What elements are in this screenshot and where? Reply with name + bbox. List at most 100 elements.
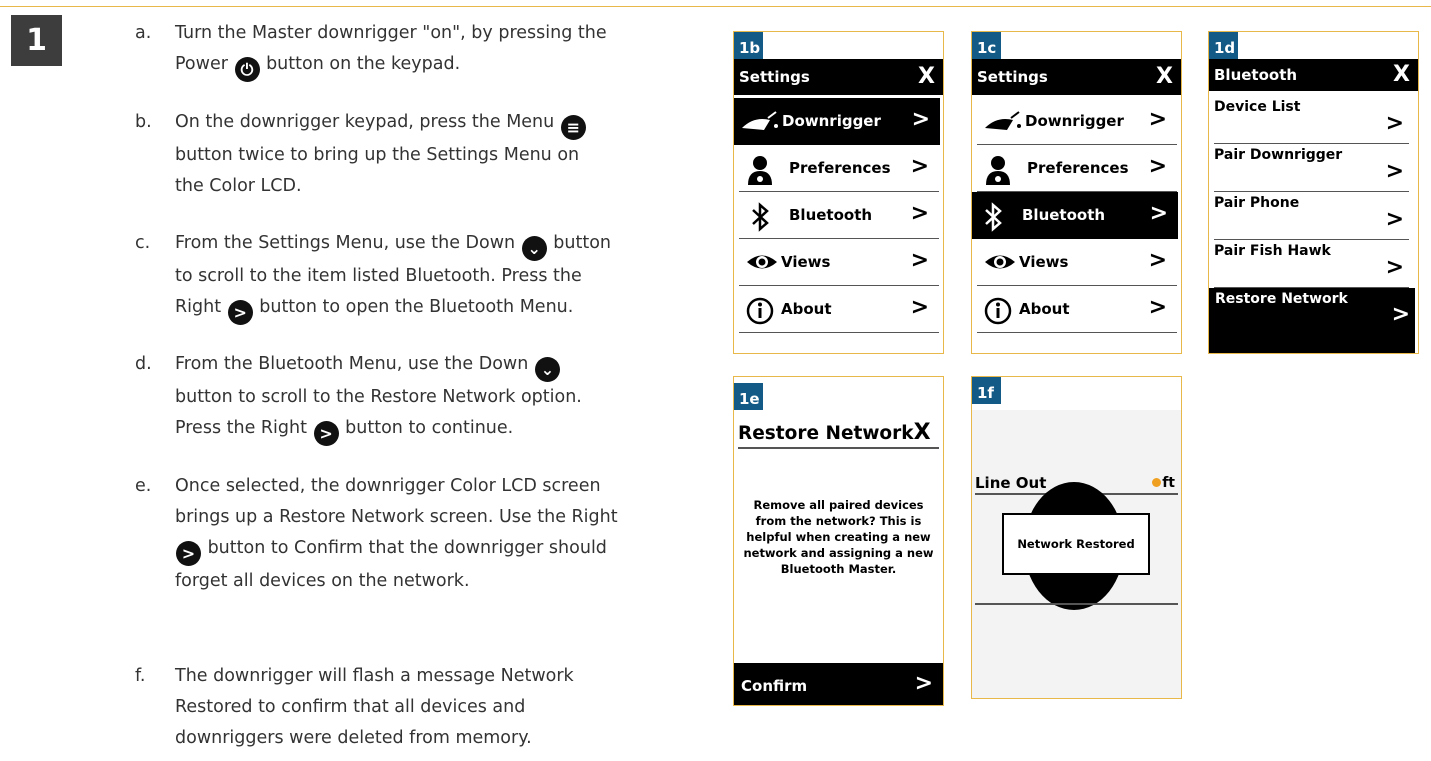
instruction-text: Turn the Master downrigger "on", by pres… [175,23,607,43]
chevron-right-icon: > [1149,201,1168,226]
menu-item-restore-network[interactable]: Restore Network > [1209,288,1415,353]
screen-title: Settings [739,68,810,86]
menu-item-label: Views [1019,253,1069,271]
eye-icon [747,255,777,269]
menu-item-label: Pair Phone [1214,195,1300,211]
panel-tag: 1f [972,377,1001,404]
instruction-f: f. The downrigger will flash a message N… [135,661,695,754]
menu-item-bluetooth[interactable]: Bluetooth > [972,192,1178,239]
instruction-line: Power ⏻ button on the keypad. [175,49,695,82]
line-out-label: Line Out [975,474,1047,492]
menu-item-downrigger[interactable]: Downrigger > [977,98,1177,145]
message-line: network and assigning a new [743,546,934,560]
message-line: Bluetooth Master. [780,562,897,576]
chevron-right-icon: > [910,248,929,273]
instruction-text: button to continue. [345,418,514,438]
bluetooth-icon [985,202,1002,232]
menu-item-preferences[interactable]: Preferences > [977,145,1177,192]
instruction-text: Right [175,297,222,317]
chevron-right-icon: > [1385,207,1404,232]
screen-title-bar: Settings X [972,59,1181,95]
menu-item-pair-downrigger[interactable]: Pair Downrigger > [1214,144,1409,192]
instruction-d: d. From the Bluetooth Menu, use the Down… [135,349,695,446]
menu-item-pair-phone[interactable]: Pair Phone > [1214,192,1409,240]
panel-1e: 1e Restore NetworkX Remove all paired de… [733,376,944,706]
info-icon [984,297,1012,325]
instruction-letter: e. [135,476,152,496]
instruction-text: button on the keypad. [266,54,461,74]
step-number: 1 [11,15,62,66]
menu-item-label: Preferences [1027,159,1129,177]
menu-item-views[interactable]: Views > [977,239,1177,286]
instruction-line: Press the Right > button to continue. [175,413,695,446]
instruction-e: e. Once selected, the downrigger Color L… [135,471,695,597]
menu-item-label: Restore Network [1215,291,1348,307]
menu-item-label: Downrigger [782,112,881,130]
eye-icon [985,255,1015,269]
chevron-right-icon: > [914,671,933,696]
menu-item-pair-fish-hawk[interactable]: Pair Fish Hawk > [1214,240,1409,288]
instruction-text: From the Settings Menu, use the Down [175,233,516,253]
divider [739,331,939,333]
panel-1b: 1b Settings X Downrigger > Preferences >… [733,31,944,354]
instruction-text: The downrigger will flash a message Netw… [175,666,574,686]
instruction-text: forget all devices on the network. [175,571,470,591]
menu-item-about[interactable]: About > [739,286,939,333]
menu-item-preferences[interactable]: Preferences > [739,145,939,192]
unit-label: ft [1162,475,1175,491]
instruction-text: the Color LCD. [175,176,302,196]
divider [738,447,939,449]
chevron-right-icon: > [227,300,253,325]
chevron-right-icon: > [1148,154,1167,179]
chevron-right-icon: > [176,541,201,566]
instruction-letter: d. [135,354,152,374]
menu-item-label: Device List [1214,99,1301,115]
chevron-right-icon: > [1385,255,1404,280]
panel-1d: 1d Bluetooth X Device List > Pair Downri… [1208,31,1419,354]
confirm-label: Confirm [741,677,808,695]
panel-tag: 1b [734,32,763,59]
screen-title-bar: Bluetooth X [1209,59,1418,91]
bluetooth-icon [752,202,769,232]
instruction-letter: a. [135,23,152,43]
instruction-text: On the downrigger keypad, press the Menu [175,112,555,132]
network-restored-popup: Network Restored [1002,513,1150,575]
divider [977,331,1177,333]
screen-title: Settings [977,68,1048,86]
menu-item-about[interactable]: About > [977,286,1177,333]
menu-item-device-list[interactable]: Device List > [1214,96,1409,144]
screen-title-bar: Settings X [734,59,943,95]
instruction-line: > button to Confirm that the downrigger … [175,533,695,566]
menu-item-label: About [1019,300,1070,318]
confirm-button[interactable]: Confirm > [734,663,943,705]
panel-tag: 1e [734,383,763,410]
instruction-b: b. On the downrigger keypad, press the M… [135,107,695,202]
divider [975,603,1178,605]
close-icon: X [1156,64,1173,89]
info-icon [746,297,774,325]
chevron-right-icon: > [910,295,929,320]
instruction-letter: c. [135,233,151,253]
panel-tag: 1c [972,32,1001,59]
instruction-letter: b. [135,112,152,132]
chevron-right-icon: > [1148,295,1167,320]
instruction-c: c. From the Settings Menu, use the Down … [135,228,695,325]
instruction-text: Power [175,54,228,74]
menu-item-views[interactable]: Views > [739,239,939,286]
instruction-text: button to open the Bluetooth Menu. [259,297,574,317]
chevron-right-icon: > [911,107,930,132]
menu-item-downrigger[interactable]: Downrigger > [734,98,940,145]
instruction-a: a. Turn the Master downrigger "on", by p… [135,18,695,82]
top-rule [0,6,1431,7]
instruction-text: From the Bluetooth Menu, use the Down [175,354,529,374]
instruction-text: Press the Right [175,418,307,438]
menu-item-bluetooth[interactable]: Bluetooth > [739,192,939,239]
close-icon: X [913,420,931,445]
instruction-letter: f. [135,666,146,686]
chevron-right-icon: > [1148,107,1167,132]
instruction-line: From the Settings Menu, use the Down ⌄ b… [175,228,695,261]
chevron-right-icon: > [910,201,929,226]
menu-item-label: Pair Downrigger [1214,147,1343,163]
menu-item-label: Bluetooth [1022,206,1106,224]
instruction-text: button [553,233,612,253]
